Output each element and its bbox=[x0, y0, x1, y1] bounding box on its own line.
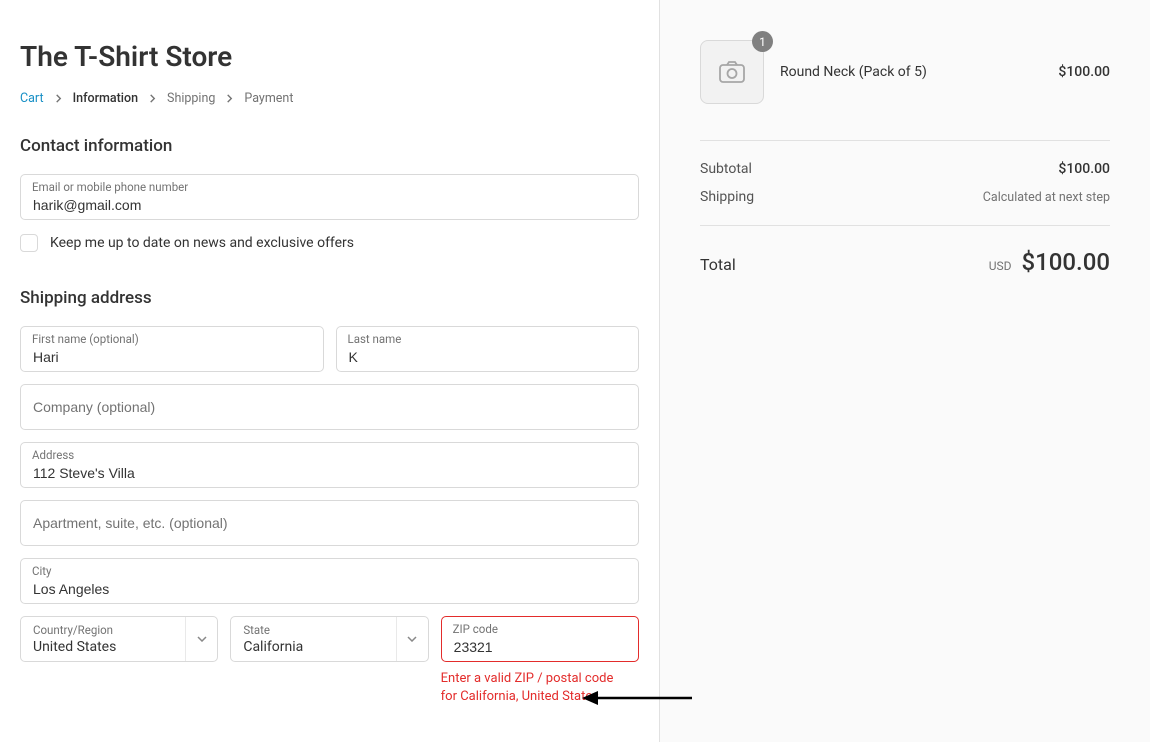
breadcrumb-cart[interactable]: Cart bbox=[20, 91, 44, 106]
breadcrumb-information: Information bbox=[73, 91, 138, 106]
total-line: Total USD $100.00 bbox=[700, 240, 1110, 276]
address-field[interactable] bbox=[21, 443, 638, 487]
country-select[interactable]: Country/Region United States bbox=[20, 616, 218, 662]
total-currency: USD bbox=[989, 259, 1012, 273]
cart-item: 1 Round Neck (Pack of 5) $100.00 bbox=[700, 40, 1110, 126]
shipping-line: Shipping Calculated at next step bbox=[700, 183, 1110, 211]
email-field[interactable] bbox=[21, 175, 638, 219]
zip-field-border: ZIP code bbox=[441, 616, 639, 662]
qty-badge: 1 bbox=[752, 31, 773, 52]
total-label: Total bbox=[700, 255, 736, 274]
product-thumbnail: 1 bbox=[700, 40, 764, 104]
subtotal-label: Subtotal bbox=[700, 161, 752, 177]
email-field-border: Email or mobile phone number bbox=[20, 174, 639, 220]
store-title: The T-Shirt Store bbox=[20, 40, 639, 73]
last-name-field[interactable] bbox=[337, 327, 639, 371]
newsletter-label: Keep me up to date on news and exclusive… bbox=[50, 235, 354, 251]
email-field-wrap: Email or mobile phone number bbox=[20, 174, 639, 220]
shipping-cost-value: Calculated at next step bbox=[983, 190, 1110, 205]
company-field[interactable] bbox=[21, 385, 638, 429]
shipping-section-title: Shipping address bbox=[20, 288, 639, 308]
first-name-field[interactable] bbox=[21, 327, 323, 371]
city-field[interactable] bbox=[21, 559, 638, 603]
chevron-right-icon bbox=[225, 94, 234, 103]
cart-item-name: Round Neck (Pack of 5) bbox=[780, 64, 1042, 80]
contact-section: Contact information Email or mobile phon… bbox=[20, 136, 639, 252]
total-amount: $100.00 bbox=[1021, 248, 1110, 276]
camera-icon bbox=[719, 61, 745, 83]
contact-section-title: Contact information bbox=[20, 136, 639, 156]
chevron-right-icon bbox=[148, 94, 157, 103]
breadcrumb: Cart Information Shipping Payment bbox=[20, 91, 639, 106]
chevron-right-icon bbox=[54, 94, 63, 103]
newsletter-row: Keep me up to date on news and exclusive… bbox=[20, 234, 639, 252]
zip-error-message: Enter a valid ZIP / postal code for Cali… bbox=[441, 670, 621, 706]
breadcrumb-payment: Payment bbox=[244, 91, 293, 106]
breadcrumb-shipping: Shipping bbox=[167, 91, 215, 106]
subtotal-line: Subtotal $100.00 bbox=[700, 155, 1110, 183]
caret-down-icon bbox=[185, 617, 217, 661]
state-select[interactable]: State California bbox=[230, 616, 428, 662]
order-summary: 1 Round Neck (Pack of 5) $100.00 Subtota… bbox=[660, 0, 1150, 742]
shipping-section: Shipping address First name (optional) L… bbox=[20, 288, 639, 710]
caret-down-icon bbox=[396, 617, 428, 661]
divider bbox=[700, 225, 1110, 226]
cart-item-price: $100.00 bbox=[1058, 64, 1110, 80]
apartment-field[interactable] bbox=[21, 501, 638, 545]
shipping-cost-label: Shipping bbox=[700, 189, 754, 205]
zip-field[interactable] bbox=[442, 617, 638, 661]
newsletter-checkbox[interactable] bbox=[20, 234, 38, 252]
subtotal-value: $100.00 bbox=[1058, 161, 1110, 177]
checkout-main: The T-Shirt Store Cart Information Shipp… bbox=[0, 0, 660, 742]
divider bbox=[700, 140, 1110, 141]
